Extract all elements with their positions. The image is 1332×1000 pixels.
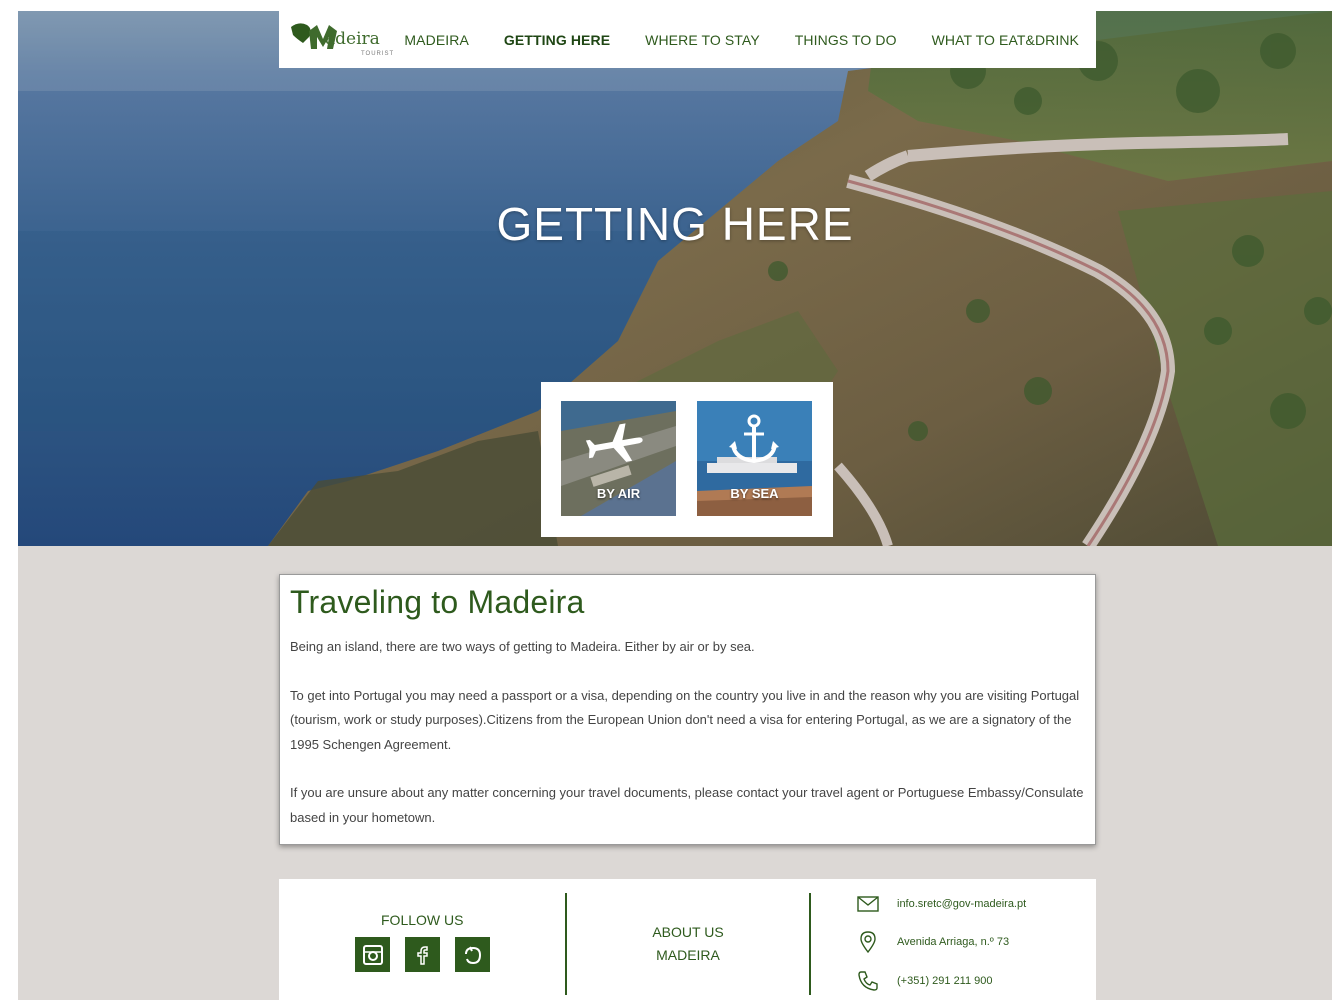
nav-item-things-to-do[interactable]: THINGS TO DO (795, 32, 897, 48)
madeira-logo[interactable]: adeira TOURIST (287, 11, 393, 68)
top-navigation: adeira TOURIST MADEIRA GETTING HERE WHER… (279, 11, 1096, 68)
about-us-line2: MADEIRA (656, 947, 720, 963)
follow-us-label: FOLLOW US (381, 912, 464, 928)
by-sea-card[interactable]: BY SEA (697, 401, 812, 516)
logo-tagline: TOURIST (361, 51, 395, 57)
contact-email[interactable]: info.sretc@gov-madeira.pt (855, 893, 1026, 915)
footer: FOLLOW US ABOUT US MADEIRA info.sretc@go… (279, 879, 1096, 1000)
content-title: Traveling to Madeira (290, 584, 585, 620)
by-air-label: BY AIR (596, 486, 641, 501)
nav-item-madeira[interactable]: MADEIRA (404, 32, 469, 48)
location-pin-icon (855, 931, 881, 953)
logo-wordmark: adeira (325, 29, 380, 49)
nav-item-what-to-eat-drink[interactable]: WHAT TO EAT&DRINK (932, 32, 1079, 48)
about-us-link[interactable]: ABOUT US MADEIRA (627, 921, 749, 967)
hero-title: GETTING HERE (496, 198, 854, 250)
travel-mode-panel: BY AIR BY SEA (541, 382, 833, 537)
email-text: info.sretc@gov-madeira.pt (897, 898, 1027, 910)
envelope-icon (855, 893, 881, 915)
phone-icon (855, 970, 881, 992)
by-sea-label: BY SEA (730, 486, 779, 501)
paragraph-visa: To get into Portugal you may need a pass… (290, 687, 1080, 752)
paragraph-documents: If you are unsure about any matter conce… (290, 785, 1084, 825)
hero-banner: adeira TOURIST MADEIRA GETTING HERE WHER… (18, 11, 1332, 546)
about-us-line1: ABOUT US (652, 924, 724, 940)
contact-phone[interactable]: (+351) 291 211 900 (855, 970, 993, 992)
nav-item-where-to-stay[interactable]: WHERE TO STAY (645, 32, 760, 48)
footer-divider-right (809, 893, 811, 995)
footer-divider-left (565, 893, 567, 995)
paragraph-intro: Being an island, there are two ways of g… (290, 639, 755, 654)
address-text: Avenida Arriaga, n.º 73 (897, 936, 1010, 948)
instagram-icon[interactable] (355, 937, 390, 972)
by-air-card[interactable]: BY AIR (561, 401, 676, 516)
phone-text: (+351) 291 211 900 (897, 975, 993, 987)
traveling-info-card: Traveling to Madeira Being an island, th… (279, 574, 1096, 845)
nav-item-getting-here[interactable]: GETTING HERE (504, 32, 610, 48)
contact-address: Avenida Arriaga, n.º 73 (855, 931, 1009, 953)
page-frame: adeira TOURIST MADEIRA GETTING HERE WHER… (18, 11, 1332, 1000)
facebook-icon[interactable] (405, 937, 440, 972)
tripadvisor-icon[interactable] (455, 937, 490, 972)
